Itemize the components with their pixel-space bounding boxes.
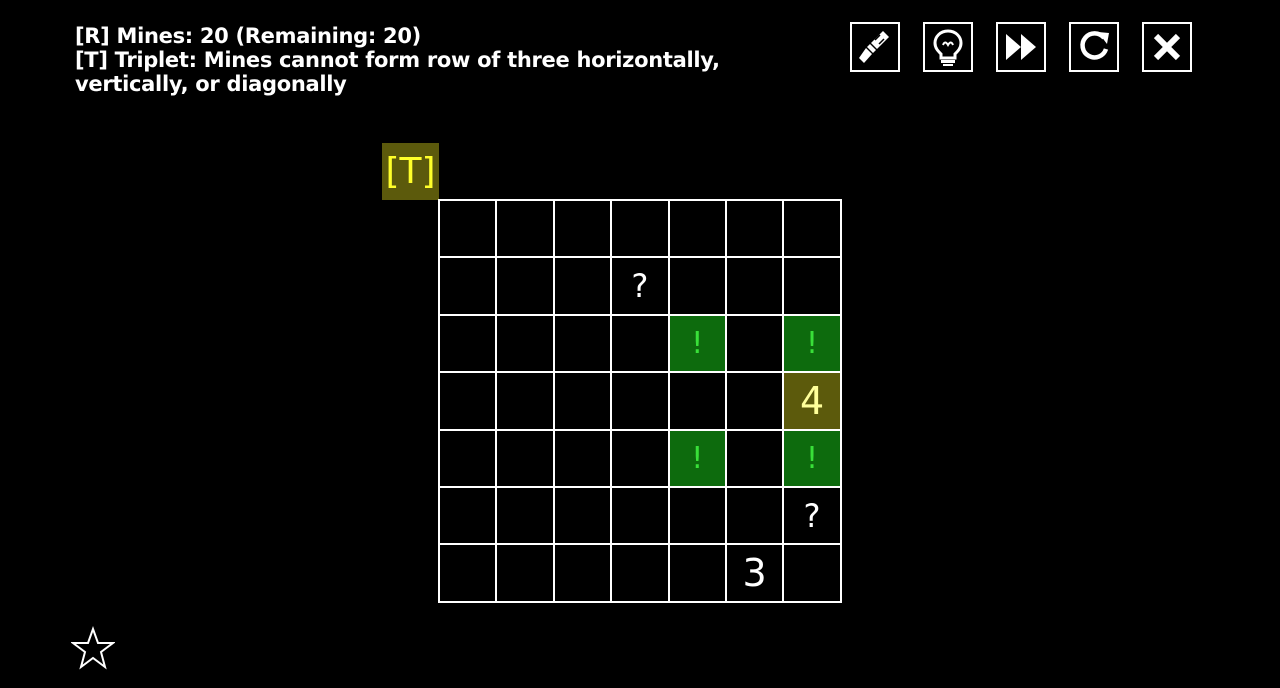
- fast-forward-icon: [1006, 34, 1036, 60]
- star-outline-icon: [70, 626, 116, 670]
- board-cell[interactable]: [497, 373, 555, 431]
- star-button[interactable]: [70, 626, 116, 674]
- board-cell[interactable]: [497, 430, 555, 488]
- board-cell[interactable]: !: [784, 315, 842, 374]
- board-cell[interactable]: [440, 373, 498, 431]
- close-icon: [1153, 33, 1181, 61]
- board-cell[interactable]: [612, 430, 670, 488]
- board-cell[interactable]: ?: [612, 258, 670, 316]
- board-cell[interactable]: [554, 545, 613, 603]
- board-cell[interactable]: [554, 201, 613, 259]
- board-cell[interactable]: [784, 258, 842, 316]
- board-cell[interactable]: [726, 487, 785, 546]
- rule-triplet-cont: vertically, or diagonally: [75, 72, 347, 96]
- board-cell[interactable]: [669, 201, 727, 259]
- board-cell[interactable]: [554, 430, 613, 488]
- rules-text: [R] Mines: 20 (Remaining: 20) [T] Triple…: [75, 24, 795, 96]
- board-cell[interactable]: [612, 373, 670, 431]
- board-cell[interactable]: [784, 201, 842, 259]
- board-cell[interactable]: 3: [726, 545, 785, 603]
- board-cell[interactable]: [554, 487, 613, 546]
- board-cell[interactable]: [440, 201, 498, 259]
- toolbar: [850, 22, 1215, 72]
- board-cell[interactable]: [612, 315, 670, 374]
- board-cell[interactable]: [554, 315, 613, 374]
- close-button[interactable]: [1142, 22, 1192, 72]
- board-cell[interactable]: [440, 487, 498, 546]
- board-cell[interactable]: 4: [784, 373, 842, 431]
- lightbulb-icon: [933, 29, 963, 66]
- board-cell[interactable]: [612, 487, 670, 546]
- board-cell[interactable]: [440, 315, 498, 374]
- board-cell[interactable]: !: [784, 430, 842, 488]
- board-cell[interactable]: [726, 201, 785, 259]
- board-cell[interactable]: [669, 373, 727, 431]
- board-cell[interactable]: [554, 258, 613, 316]
- board-cell[interactable]: [669, 545, 727, 603]
- board-cell[interactable]: [497, 545, 555, 603]
- board-cell[interactable]: [440, 545, 498, 603]
- board-cell[interactable]: [440, 430, 498, 488]
- board-cell[interactable]: !: [669, 430, 727, 488]
- board-cell[interactable]: [497, 258, 555, 316]
- board-cell[interactable]: [726, 258, 785, 316]
- board-cell[interactable]: [612, 201, 670, 259]
- skip-button[interactable]: [996, 22, 1046, 72]
- rule-mines: [R] Mines: 20 (Remaining: 20): [75, 24, 421, 48]
- board-cell[interactable]: [726, 373, 785, 431]
- brush-button[interactable]: [850, 22, 900, 72]
- board-cell[interactable]: [669, 258, 727, 316]
- brush-icon: [859, 31, 889, 63]
- board-cell[interactable]: !: [669, 315, 727, 374]
- board-cell[interactable]: [669, 487, 727, 546]
- restart-icon: [1080, 31, 1109, 60]
- board-cell[interactable]: [726, 315, 785, 374]
- board-cell[interactable]: [497, 201, 555, 259]
- board-cell[interactable]: [612, 545, 670, 603]
- board-cell[interactable]: [497, 315, 555, 374]
- rule-tag: [T]: [382, 143, 439, 200]
- restart-button[interactable]: [1069, 22, 1119, 72]
- board-cell[interactable]: [440, 258, 498, 316]
- board-cell[interactable]: ?: [784, 487, 842, 546]
- rule-triplet: [T] Triplet: Mines cannot form row of th…: [75, 48, 720, 72]
- board-cell[interactable]: [497, 487, 555, 546]
- hint-button[interactable]: [923, 22, 973, 72]
- board-cell[interactable]: [784, 545, 842, 603]
- game-board: ?!! 4!!? 3: [438, 199, 842, 603]
- board-cell[interactable]: [726, 430, 785, 488]
- board-cell[interactable]: [554, 373, 613, 431]
